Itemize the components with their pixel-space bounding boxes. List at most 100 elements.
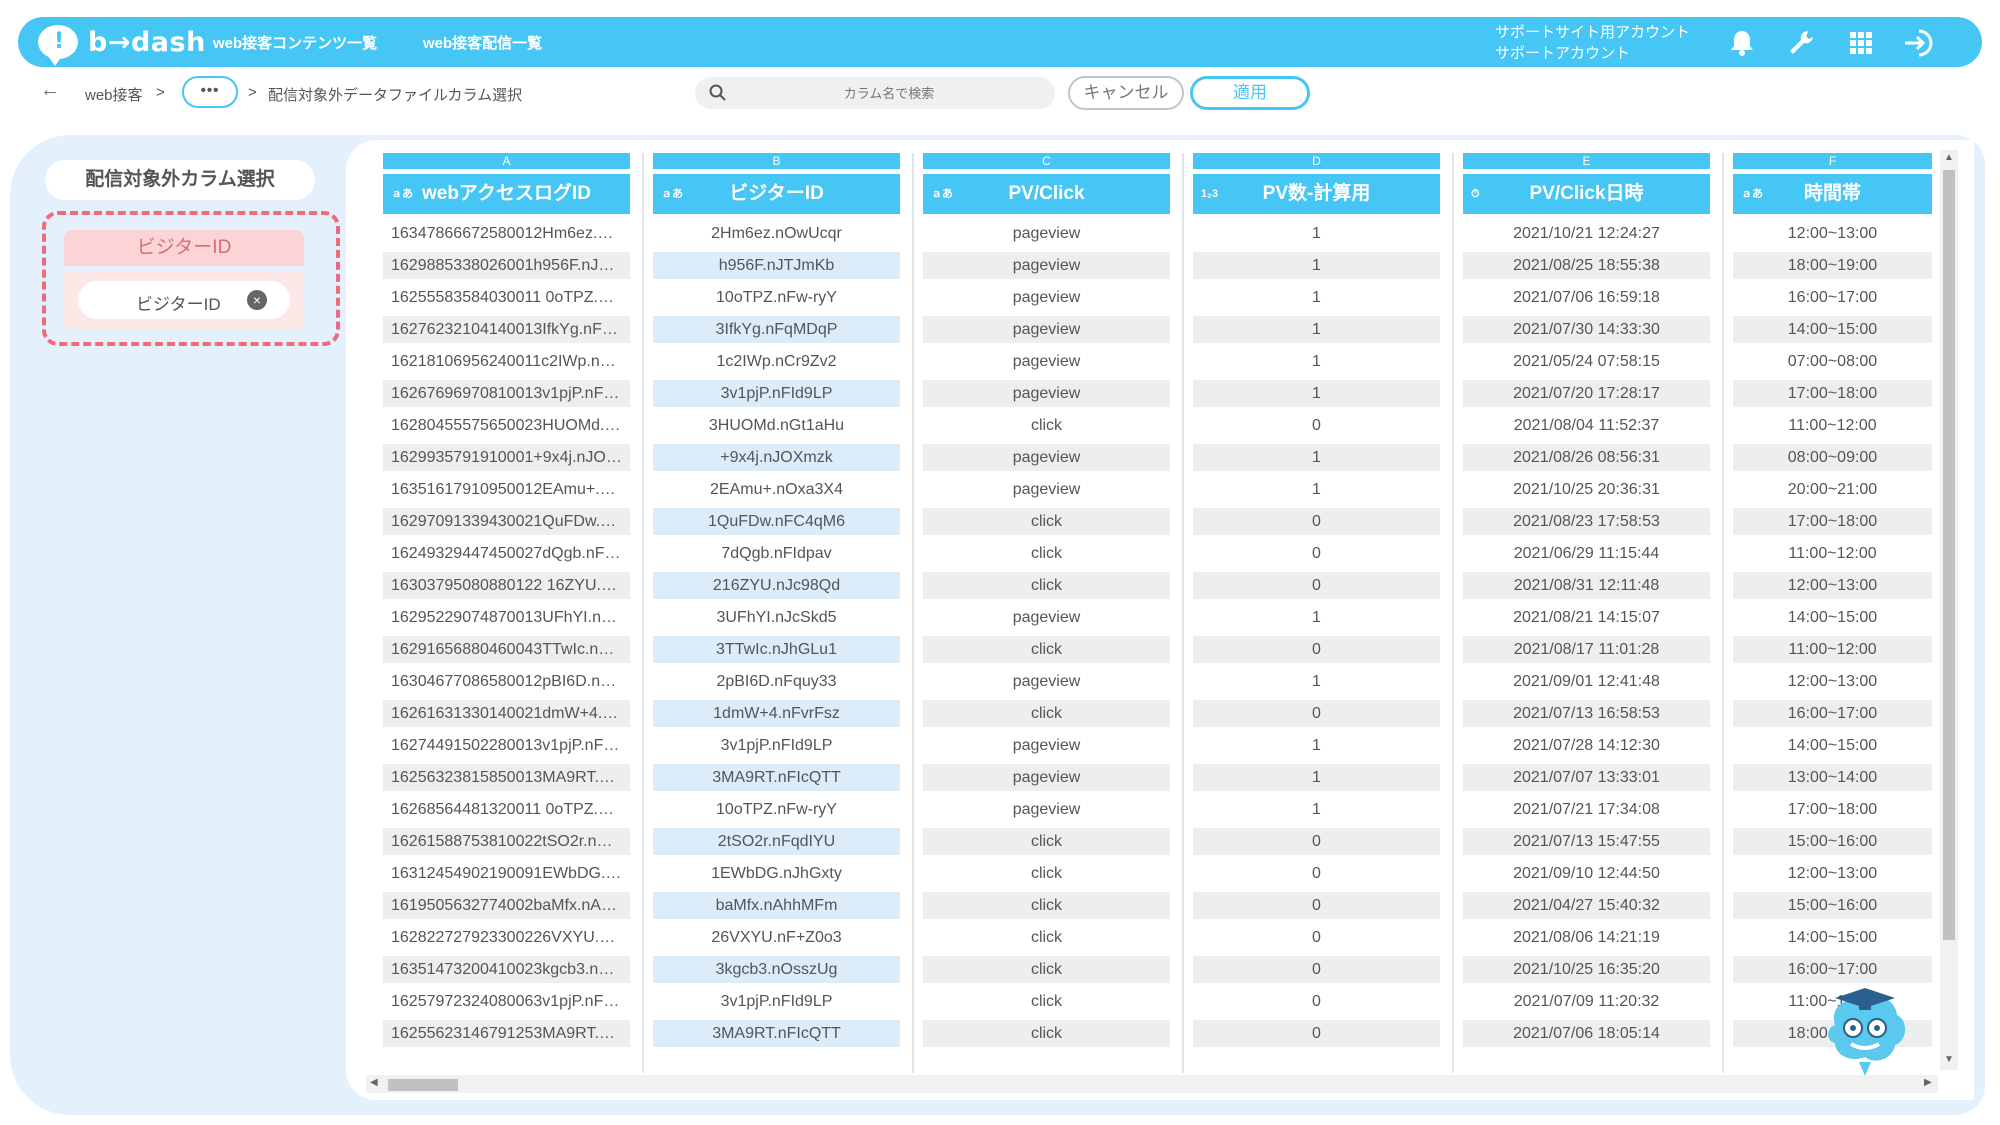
column-header[interactable]: 1₂3 PV数-計算用 bbox=[1193, 174, 1440, 214]
table-cell: 1 bbox=[1312, 801, 1321, 818]
left-panel-title: 配信対象外カラム選択 bbox=[45, 160, 315, 200]
table-cell: 0 bbox=[1193, 956, 1440, 983]
table-cell: 26VXYU.nF+Z0o3 bbox=[711, 929, 842, 946]
nav-contents-list[interactable]: web接客コンテンツ一覧 bbox=[213, 32, 377, 53]
table-cell: click bbox=[923, 572, 1170, 599]
table-cell: click bbox=[923, 828, 1170, 855]
nav-delivery-list[interactable]: web接客配信一覧 bbox=[423, 32, 542, 53]
column-d[interactable]: D 1₂3 PV数-計算用 1 1 1 1 1 1 0 1 1 0 0 0 1 0 1 0 1 1 1 0 0 0 0 0 0 0 bbox=[1185, 153, 1448, 1052]
table-cell: 2021/08/06 14:21:19 bbox=[1513, 929, 1660, 946]
table-cell: 3IfkYg.nFqMDqP bbox=[653, 316, 900, 343]
column-header[interactable]: ａあ PV/Click bbox=[923, 174, 1170, 214]
back-arrow-icon[interactable]: ← bbox=[40, 79, 60, 102]
table-cell: click bbox=[1030, 865, 1063, 882]
table-cell: 2021/07/13 15:47:55 bbox=[1463, 828, 1710, 855]
table-cell: 1 bbox=[1312, 673, 1321, 690]
vertical-scroll-thumb[interactable] bbox=[1943, 170, 1955, 940]
wrench-icon[interactable] bbox=[1784, 26, 1818, 60]
account-site-name: サポートサイト用アカウント bbox=[1495, 24, 1691, 41]
apply-button[interactable]: 適用 bbox=[1190, 76, 1310, 110]
table-cell: click bbox=[1030, 545, 1063, 562]
top-navigation-bar: ! b→dash web接客コンテンツ一覧 web接客配信一覧 サポートサイト用… bbox=[18, 17, 1982, 67]
logo[interactable]: ! b→dash bbox=[38, 23, 206, 66]
column-header[interactable]: ａあ ビジターID bbox=[653, 174, 900, 214]
table-cell: 11:00~12:00 bbox=[1788, 417, 1877, 434]
table-cell: 20:00~21:00 bbox=[1787, 481, 1878, 498]
table-cell: 2021/07/09 11:20:32 bbox=[1513, 993, 1660, 1010]
scroll-left-icon[interactable]: ◀ bbox=[370, 1077, 378, 1088]
column-letter: E bbox=[1463, 153, 1710, 169]
column-header[interactable]: ⏱ PV/Click日時 bbox=[1463, 174, 1710, 214]
grid-icon[interactable] bbox=[1844, 26, 1878, 60]
column-name: PV/Click日時 bbox=[1529, 183, 1644, 204]
column-divider bbox=[642, 153, 644, 1073]
bell-icon[interactable] bbox=[1725, 26, 1759, 60]
table-cell: 16:00~17:00 bbox=[1733, 700, 1932, 727]
account-info[interactable]: サポートサイト用アカウント サポートアカウント bbox=[1495, 22, 1690, 64]
table-cell: baMfx.nAhhMFm bbox=[653, 892, 900, 919]
table-cell: 16218106956240011c2IWp.nCr9Zv2 bbox=[391, 353, 630, 370]
table-cell: 1 bbox=[1312, 289, 1321, 306]
table-cell: pageview bbox=[1012, 609, 1081, 626]
table-cell: 2021/07/06 18:05:14 bbox=[1463, 1020, 1710, 1047]
column-header[interactable]: ａあ webアクセスログID bbox=[383, 174, 630, 214]
column-letter: B bbox=[653, 153, 900, 169]
table-cell: pageview bbox=[1012, 225, 1081, 242]
table-cell: 12:00~13:00 bbox=[1787, 865, 1878, 882]
table-cell: 07:00~08:00 bbox=[1787, 353, 1878, 370]
breadcrumb-root[interactable]: web接客 bbox=[85, 84, 143, 105]
table-cell: 0 bbox=[1193, 892, 1440, 919]
column-b[interactable]: Bａあ ビジターID 2Hm6ez.nOwUcqr h956F.nJTJmKb 10oT… bbox=[645, 153, 908, 1052]
table-cell: 162822727923300226VXYU.nF+Z0o3 bbox=[391, 929, 630, 946]
breadcrumb-more-button[interactable]: ••• bbox=[182, 76, 238, 108]
table-cell: 0 bbox=[1193, 636, 1440, 663]
table-cell: 16312454902190091EWbDG.nJhGxty bbox=[391, 865, 630, 882]
table-cell: 2021/05/24 07:58:15 bbox=[1513, 353, 1660, 370]
table-cell: 1629935791910001+9x4j.nJOXmzk bbox=[383, 444, 630, 471]
search-input[interactable] bbox=[739, 80, 1039, 106]
column-a[interactable]: Aａあ webアクセスログID 16347866672580012Hm6ez.nOw… bbox=[375, 153, 638, 1052]
selected-group-header: ビジターID bbox=[64, 230, 304, 266]
table-cell: 16297091339430021QuFDw.nFC4qM6 bbox=[383, 508, 630, 535]
table-cell: 3UFhYI.nJcSkd5 bbox=[716, 609, 837, 626]
cancel-button[interactable]: キャンセル bbox=[1068, 76, 1184, 110]
table-cell: 3TTwIc.nJhGLu1 bbox=[653, 636, 900, 663]
table-cell: 2Hm6ez.nOwUcqr bbox=[711, 225, 842, 242]
remove-chip-icon[interactable]: × bbox=[247, 290, 267, 310]
chip-label: ビジターID bbox=[136, 295, 221, 314]
breadcrumb-separator: > bbox=[156, 84, 165, 101]
table-cell: click bbox=[923, 700, 1170, 727]
table-cell: 2021/07/20 17:28:17 bbox=[1463, 380, 1710, 407]
scroll-right-icon[interactable]: ▶ bbox=[1924, 1077, 1932, 1088]
vertical-scrollbar[interactable]: ▲ ▼ bbox=[1940, 150, 1958, 1070]
column-f[interactable]: Fａあ 時間帯 12:00~13:00 18:00~19:00 16:00~17:00 1… bbox=[1725, 153, 1940, 1052]
table-cell: 2021/08/31 12:11:48 bbox=[1463, 572, 1710, 599]
horizontal-scrollbar[interactable]: ◀ ▶ bbox=[366, 1075, 1938, 1093]
table-cell: 16280455575650023HUOMd.nGt1aHu bbox=[391, 417, 630, 434]
table-cell: 2021/06/29 11:15:44 bbox=[1513, 545, 1660, 562]
table-cell: click bbox=[923, 1020, 1170, 1047]
column-e[interactable]: E ⏱ PV/Click日時 2021/10/21 12:24:27 2021/08/2… bbox=[1455, 153, 1718, 1052]
scroll-down-icon[interactable]: ▼ bbox=[1944, 1054, 1954, 1065]
table-cell: 2021/08/26 08:56:31 bbox=[1463, 444, 1710, 471]
mascot-icon[interactable] bbox=[1815, 980, 1915, 1080]
table-cell: 2021/07/30 14:33:30 bbox=[1463, 316, 1710, 343]
table-cell: pageview bbox=[923, 444, 1170, 471]
logout-icon[interactable] bbox=[1903, 26, 1937, 60]
column-c[interactable]: Cａあ PV/Click pageview pageview pageview pagev… bbox=[915, 153, 1178, 1052]
data-type-icon: ａあ bbox=[1741, 188, 1763, 200]
table-cell: 0 bbox=[1193, 828, 1440, 855]
table-cell: 16304677086580012pBI6D.nFquy33 bbox=[391, 673, 630, 690]
table-cell: 12:00~13:00 bbox=[1787, 673, 1878, 690]
column-divider bbox=[1182, 153, 1184, 1073]
scroll-up-icon[interactable]: ▲ bbox=[1944, 152, 1954, 163]
table-cell: pageview bbox=[923, 764, 1170, 791]
table-cell: 0 bbox=[1312, 545, 1321, 562]
table-cell: 0 bbox=[1312, 417, 1321, 434]
search-icon bbox=[709, 84, 726, 101]
column-header[interactable]: ａあ 時間帯 bbox=[1733, 174, 1932, 214]
table-cell: click bbox=[923, 636, 1170, 663]
column-name: webアクセスログID bbox=[421, 183, 591, 204]
table-cell: 2021/08/17 11:01:28 bbox=[1463, 636, 1710, 663]
horizontal-scroll-thumb[interactable] bbox=[388, 1079, 458, 1091]
